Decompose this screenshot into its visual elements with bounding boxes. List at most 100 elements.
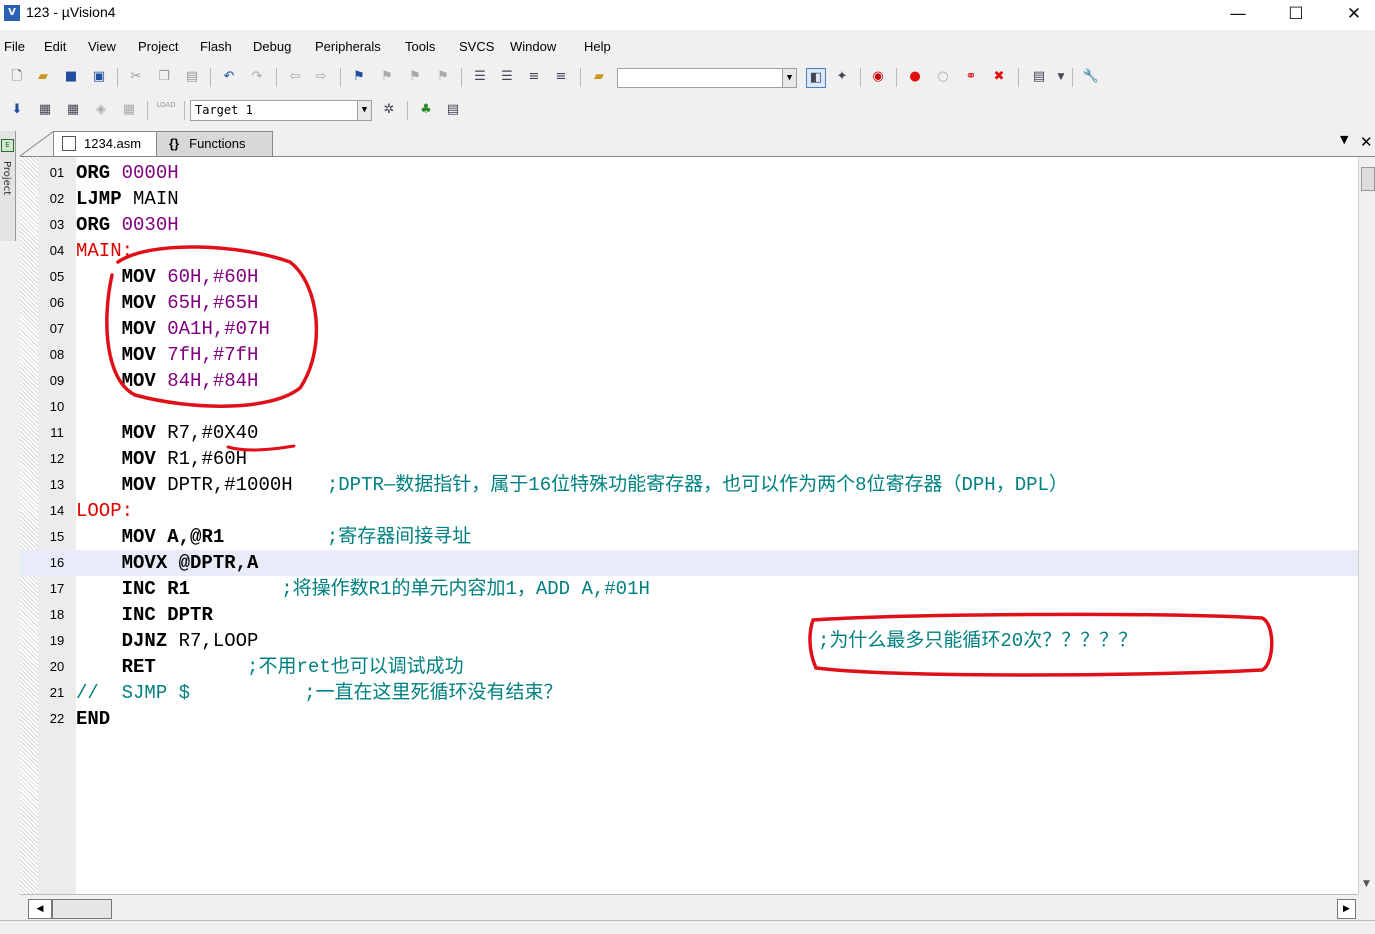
debug-session-icon[interactable]: ◉ <box>869 68 887 86</box>
code-line[interactable]: 20 RET ;不用ret也可以调试成功 <box>20 654 1358 680</box>
menu-help[interactable]: Help <box>584 39 611 54</box>
menu-edit[interactable]: Edit <box>44 39 66 54</box>
rebuild-icon[interactable]: ▦ <box>64 101 82 119</box>
code-line[interactable]: 19 DJNZ R7,LOOP ;为什么最多只能循环20次？？？？？ <box>20 628 1358 654</box>
enable-breakpoint-icon[interactable]: ○ <box>934 68 952 86</box>
code-line[interactable]: 06 MOV 65H,#65H <box>20 290 1358 316</box>
uncomment-icon[interactable]: ≡ <box>552 68 570 86</box>
code-line[interactable]: 15 MOV A,@R1 ;寄存器间接寻址 <box>20 524 1358 550</box>
find-combo[interactable]: ▼ <box>617 68 797 88</box>
save-all-icon[interactable]: ▣ <box>90 68 108 86</box>
menu-project[interactable]: Project <box>138 39 178 54</box>
code-line[interactable]: 03 ORG 0030H <box>20 212 1358 238</box>
select-packs-icon[interactable]: ▤ <box>444 101 462 119</box>
indent-icon[interactable]: ☰ <box>471 68 489 86</box>
redo-icon[interactable]: ↷ <box>248 68 266 86</box>
project-panel-tab[interactable]: E Project <box>0 131 16 241</box>
close-tab-icon[interactable]: ✕ <box>1360 133 1373 151</box>
find-in-files-icon[interactable]: ▰ <box>590 68 608 86</box>
code-line[interactable]: 12 MOV R1,#60H <box>20 446 1358 472</box>
menu-peripherals[interactable]: Peripherals <box>315 39 381 54</box>
minimize-button[interactable]: — <box>1209 0 1267 28</box>
code-line[interactable]: 02 LJMP MAIN <box>20 186 1358 212</box>
insert-bookmark-icon[interactable]: ⚑ <box>350 68 368 86</box>
horizontal-scrollbar[interactable]: ◀ ▶ <box>20 894 1358 921</box>
status-bar <box>0 920 1375 934</box>
code-line[interactable]: 22 END <box>20 706 1358 732</box>
unindent-icon[interactable]: ☰ <box>498 68 516 86</box>
batch-build-icon[interactable]: ◈ <box>92 101 110 119</box>
build-icon[interactable]: ▦ <box>36 101 54 119</box>
open-file-icon[interactable]: ▰ <box>34 68 52 86</box>
insert-breakpoint-icon[interactable]: ● <box>906 68 924 86</box>
copy-icon[interactable]: ❐ <box>155 68 173 86</box>
navigate-forward-icon[interactable]: ⇨ <box>312 68 330 86</box>
find-icon[interactable]: ◧ <box>806 68 826 88</box>
operands: @DPTR,A <box>178 552 259 574</box>
scroll-down-icon[interactable]: ▼ <box>1363 879 1370 889</box>
prev-bookmark-icon[interactable]: ⚑ <box>378 68 396 86</box>
chevron-down-icon[interactable]: ▼ <box>782 69 796 87</box>
translate-icon[interactable]: ⬇ <box>8 101 26 119</box>
menu-svcs[interactable]: SVCS <box>459 39 494 54</box>
menu-debug[interactable]: Debug <box>253 39 291 54</box>
menu-view[interactable]: View <box>88 39 116 54</box>
window-layout-icon[interactable]: ▤ <box>1030 68 1048 86</box>
close-window-button[interactable]: ✕ <box>1325 0 1375 28</box>
save-icon[interactable]: ■ <box>62 68 80 86</box>
comment-icon[interactable]: ≡ <box>525 68 543 86</box>
chevron-down-icon[interactable]: ▼ <box>357 101 371 120</box>
code-line[interactable]: 09 MOV 84H,#84H <box>20 368 1358 394</box>
code-line[interactable]: 05 MOV 60H,#60H <box>20 264 1358 290</box>
comment-text: ;寄存器间接寻址 <box>326 526 472 548</box>
tab-list-dropdown-icon[interactable]: ▼ <box>1340 133 1348 146</box>
disable-breakpoints-icon[interactable]: ⚭ <box>962 68 980 86</box>
undo-icon[interactable]: ↶ <box>220 68 238 86</box>
line-number: 04 <box>49 243 65 258</box>
scroll-right-icon[interactable]: ▶ <box>1337 899 1356 919</box>
kill-breakpoints-icon[interactable]: ✖ <box>990 68 1008 86</box>
maximize-button[interactable]: ☐ <box>1267 0 1325 28</box>
stop-build-icon[interactable]: ▦ <box>120 101 138 119</box>
scrollbar-thumb[interactable] <box>52 899 112 919</box>
code-line[interactable]: 04 MAIN: <box>20 238 1358 264</box>
next-bookmark-icon[interactable]: ⚑ <box>406 68 424 86</box>
functions-braces-icon: {} <box>169 136 180 151</box>
code-line[interactable]: 18 INC DPTR <box>20 602 1358 628</box>
menu-file[interactable]: File <box>4 39 25 54</box>
target-select[interactable]: Target 1 ▼ <box>190 100 372 121</box>
code-line[interactable]: 17 INC R1 ;将操作数R1的单元内容加1，ADD A,#01H <box>20 576 1358 602</box>
manage-components-icon[interactable]: ♣ <box>417 101 435 119</box>
target-options-icon[interactable]: ✲ <box>380 101 398 119</box>
code-line[interactable]: 13 MOV DPTR,#1000H ;DPTR—数据指针，属于16位特殊功能寄… <box>20 472 1358 498</box>
menu-flash[interactable]: Flash <box>200 39 232 54</box>
code-line[interactable]: 21 // SJMP $ ;一直在这里死循环没有结束？ <box>20 680 1358 706</box>
download-load-icon[interactable]: LOAD <box>154 101 178 119</box>
configure-wrench-icon[interactable]: 🔧 <box>1082 68 1100 86</box>
cut-icon[interactable]: ✂ <box>127 68 145 86</box>
code-line[interactable]: 07 MOV 0A1H,#07H <box>20 316 1358 342</box>
code-line[interactable]: 01 ORG 0000H <box>20 160 1358 186</box>
code-line[interactable]: 11 MOV R7,#0X40 <box>20 420 1358 446</box>
tab-functions[interactable]: {} Functions <box>156 131 273 156</box>
new-file-icon[interactable]: 🗋 <box>8 68 26 86</box>
menu-window[interactable]: Window <box>510 39 556 54</box>
chevron-down-icon[interactable]: ▼ <box>1052 68 1070 86</box>
navigate-back-icon[interactable]: ⇦ <box>286 68 304 86</box>
vertical-scrollbar[interactable]: ▼ <box>1358 157 1375 894</box>
menu-tools[interactable]: Tools <box>405 39 435 54</box>
code-line[interactable]: 08 MOV 7fH,#7fH <box>20 342 1358 368</box>
code-line[interactable]: 10 <box>20 394 1358 420</box>
clear-bookmarks-icon[interactable]: ⚑ <box>434 68 452 86</box>
tab-slant-decoration <box>20 131 54 156</box>
tab-1234-asm[interactable]: 1234.asm <box>53 131 157 156</box>
incremental-find-icon[interactable]: ✦ <box>833 68 851 86</box>
scrollbar-thumb[interactable] <box>1361 167 1375 191</box>
paste-icon[interactable]: ▤ <box>183 68 201 86</box>
current-code-line[interactable]: 16 MOVX @DPTR,A <box>20 550 1358 576</box>
line-number: 01 <box>49 165 65 180</box>
scroll-left-icon[interactable]: ◀ <box>28 899 52 919</box>
code-editor[interactable]: 01 ORG 0000H 02 LJMP MAIN 03 ORG 0030H 0… <box>20 157 1358 894</box>
code-line[interactable]: 14 LOOP: <box>20 498 1358 524</box>
toolbar-separator <box>461 68 462 87</box>
